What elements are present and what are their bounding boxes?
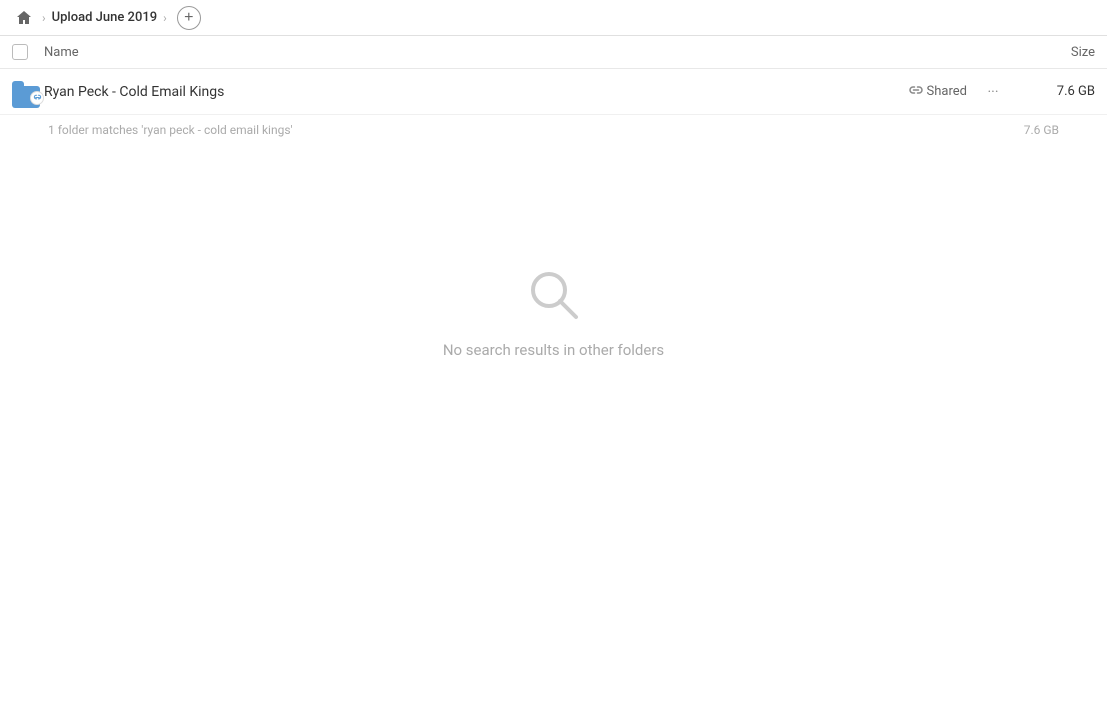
breadcrumb-label[interactable]: Upload June 2019: [52, 10, 158, 25]
folder-icon-wrapper: [12, 81, 44, 103]
match-info-size: 7.6 GB: [1024, 123, 1059, 137]
match-info-row: 1 folder matches 'ryan peck - cold email…: [0, 115, 1107, 145]
more-options-button[interactable]: ···: [979, 78, 1007, 106]
size-column-header: Size: [1015, 45, 1095, 60]
file-name: Ryan Peck - Cold Email Kings: [44, 84, 909, 100]
file-size: 7.6 GB: [1015, 84, 1095, 99]
match-info-text: 1 folder matches 'ryan peck - cold email…: [48, 123, 293, 137]
link-badge: [30, 91, 44, 105]
table-header: Name Size: [0, 36, 1107, 69]
home-button[interactable]: [12, 6, 36, 30]
select-all-checkbox[interactable]: [12, 44, 28, 60]
name-column-header: Name: [44, 45, 1015, 60]
breadcrumb-chevron-2: ›: [163, 11, 167, 25]
empty-state: No search results in other folders: [0, 265, 1107, 359]
shared-indicator: Shared: [909, 83, 967, 101]
no-results-label: No search results in other folders: [443, 341, 664, 359]
breadcrumb-chevron: ›: [42, 11, 46, 25]
no-results-search-icon: [524, 265, 584, 325]
link-icon: [909, 83, 923, 101]
folder-link-icon: [12, 81, 40, 103]
breadcrumb-bar: › Upload June 2019 › +: [0, 0, 1107, 36]
shared-label: Shared: [927, 84, 967, 99]
add-button[interactable]: +: [177, 6, 201, 30]
table-row[interactable]: Ryan Peck - Cold Email Kings Shared ··· …: [0, 69, 1107, 115]
